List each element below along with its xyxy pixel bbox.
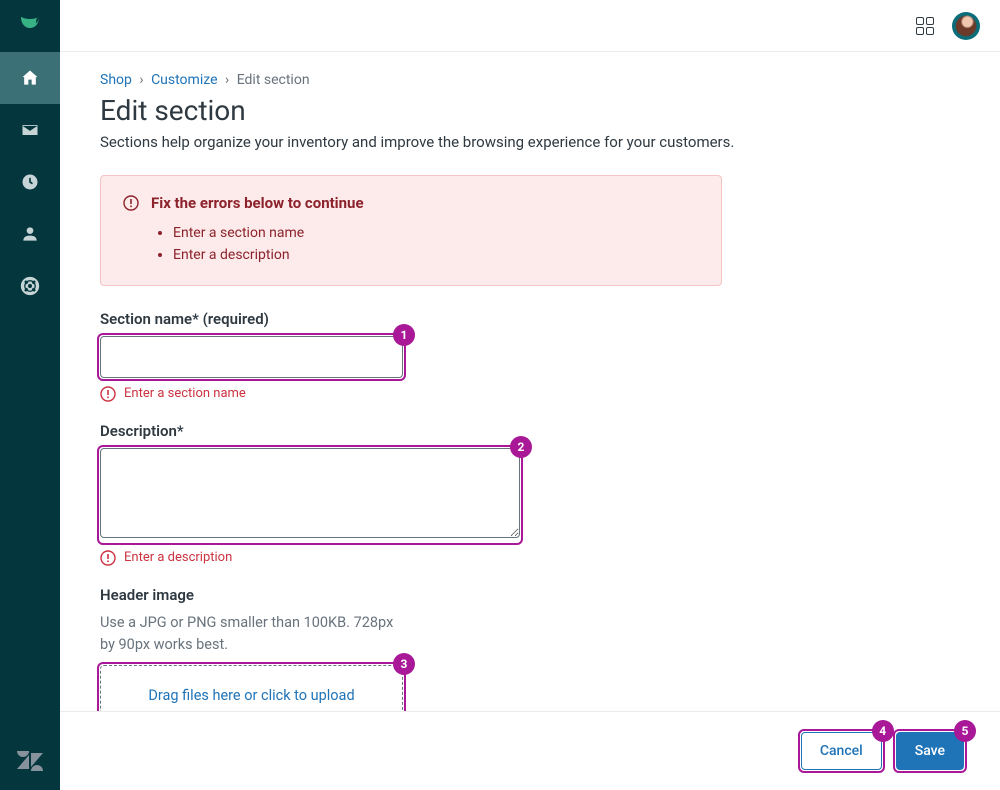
dropzone-text: Drag files here or click to upload bbox=[148, 687, 354, 704]
form-group-section-name: Section name* (required) 1 Enter a secti… bbox=[100, 310, 960, 402]
error-text: Enter a section name bbox=[124, 386, 246, 401]
breadcrumb-current: Edit section bbox=[237, 72, 310, 88]
product-logo[interactable] bbox=[0, 0, 60, 52]
alert-icon bbox=[100, 550, 116, 566]
cancel-button[interactable]: Cancel bbox=[801, 732, 882, 770]
form-group-header-image: Header image Use a JPG or PNG smaller th… bbox=[100, 586, 960, 711]
chevron-right-icon: › bbox=[225, 72, 229, 88]
description-label: Description* bbox=[100, 422, 960, 440]
tulip-icon bbox=[18, 14, 42, 38]
sidebar-item-support[interactable] bbox=[0, 260, 60, 312]
main-scroll: Shop › Customize › Edit section Edit sec… bbox=[60, 52, 1000, 711]
sidebar-nav bbox=[0, 52, 60, 750]
section-name-label: Section name* (required) bbox=[100, 310, 960, 328]
user-icon bbox=[20, 224, 40, 244]
sidebar-item-messages[interactable] bbox=[0, 104, 60, 156]
zendesk-icon bbox=[17, 750, 43, 772]
breadcrumb: Shop › Customize › Edit section bbox=[100, 72, 960, 88]
sidebar-item-home[interactable] bbox=[0, 52, 60, 104]
sidebar-item-user[interactable] bbox=[0, 208, 60, 260]
header-image-dropzone[interactable]: Drag files here or click to upload bbox=[100, 665, 403, 711]
lifebuoy-icon bbox=[20, 276, 40, 296]
breadcrumb-customize[interactable]: Customize bbox=[151, 72, 217, 88]
sidebar-item-schedule[interactable] bbox=[0, 156, 60, 208]
apps-grid-icon[interactable] bbox=[916, 17, 934, 35]
alert-item: Enter a section name bbox=[173, 222, 699, 244]
clock-icon bbox=[20, 172, 40, 192]
description-error: Enter a description bbox=[100, 550, 960, 566]
section-name-error: Enter a section name bbox=[100, 386, 960, 402]
header-image-label: Header image bbox=[100, 586, 960, 604]
sidebar bbox=[0, 0, 60, 790]
save-button[interactable]: Save bbox=[896, 732, 964, 770]
alert-title: Fix the errors below to continue bbox=[151, 194, 364, 212]
breadcrumb-shop[interactable]: Shop bbox=[100, 72, 132, 88]
footer: Cancel 4 Save 5 bbox=[60, 711, 1000, 790]
alert-icon bbox=[100, 386, 116, 402]
description-textarea[interactable] bbox=[100, 448, 520, 538]
chevron-right-icon: › bbox=[139, 72, 143, 88]
error-text: Enter a description bbox=[124, 550, 232, 565]
alert-item: Enter a description bbox=[173, 244, 699, 266]
form-group-description: Description* 2 Enter a description bbox=[100, 422, 960, 566]
topbar bbox=[60, 0, 1000, 52]
header-image-hint: Use a JPG or PNG smaller than 100KB. 728… bbox=[100, 612, 400, 656]
home-icon bbox=[20, 68, 40, 88]
avatar[interactable] bbox=[952, 12, 980, 40]
alert-icon bbox=[123, 195, 139, 211]
sidebar-zendesk-brand[interactable] bbox=[0, 750, 60, 790]
error-alert: Fix the errors below to continue Enter a… bbox=[100, 175, 722, 286]
page-description: Sections help organize your inventory an… bbox=[100, 133, 960, 151]
content-area: Shop › Customize › Edit section Edit sec… bbox=[60, 0, 1000, 790]
section-name-input[interactable] bbox=[100, 336, 403, 378]
mail-icon bbox=[20, 120, 40, 140]
page-title: Edit section bbox=[100, 94, 960, 127]
